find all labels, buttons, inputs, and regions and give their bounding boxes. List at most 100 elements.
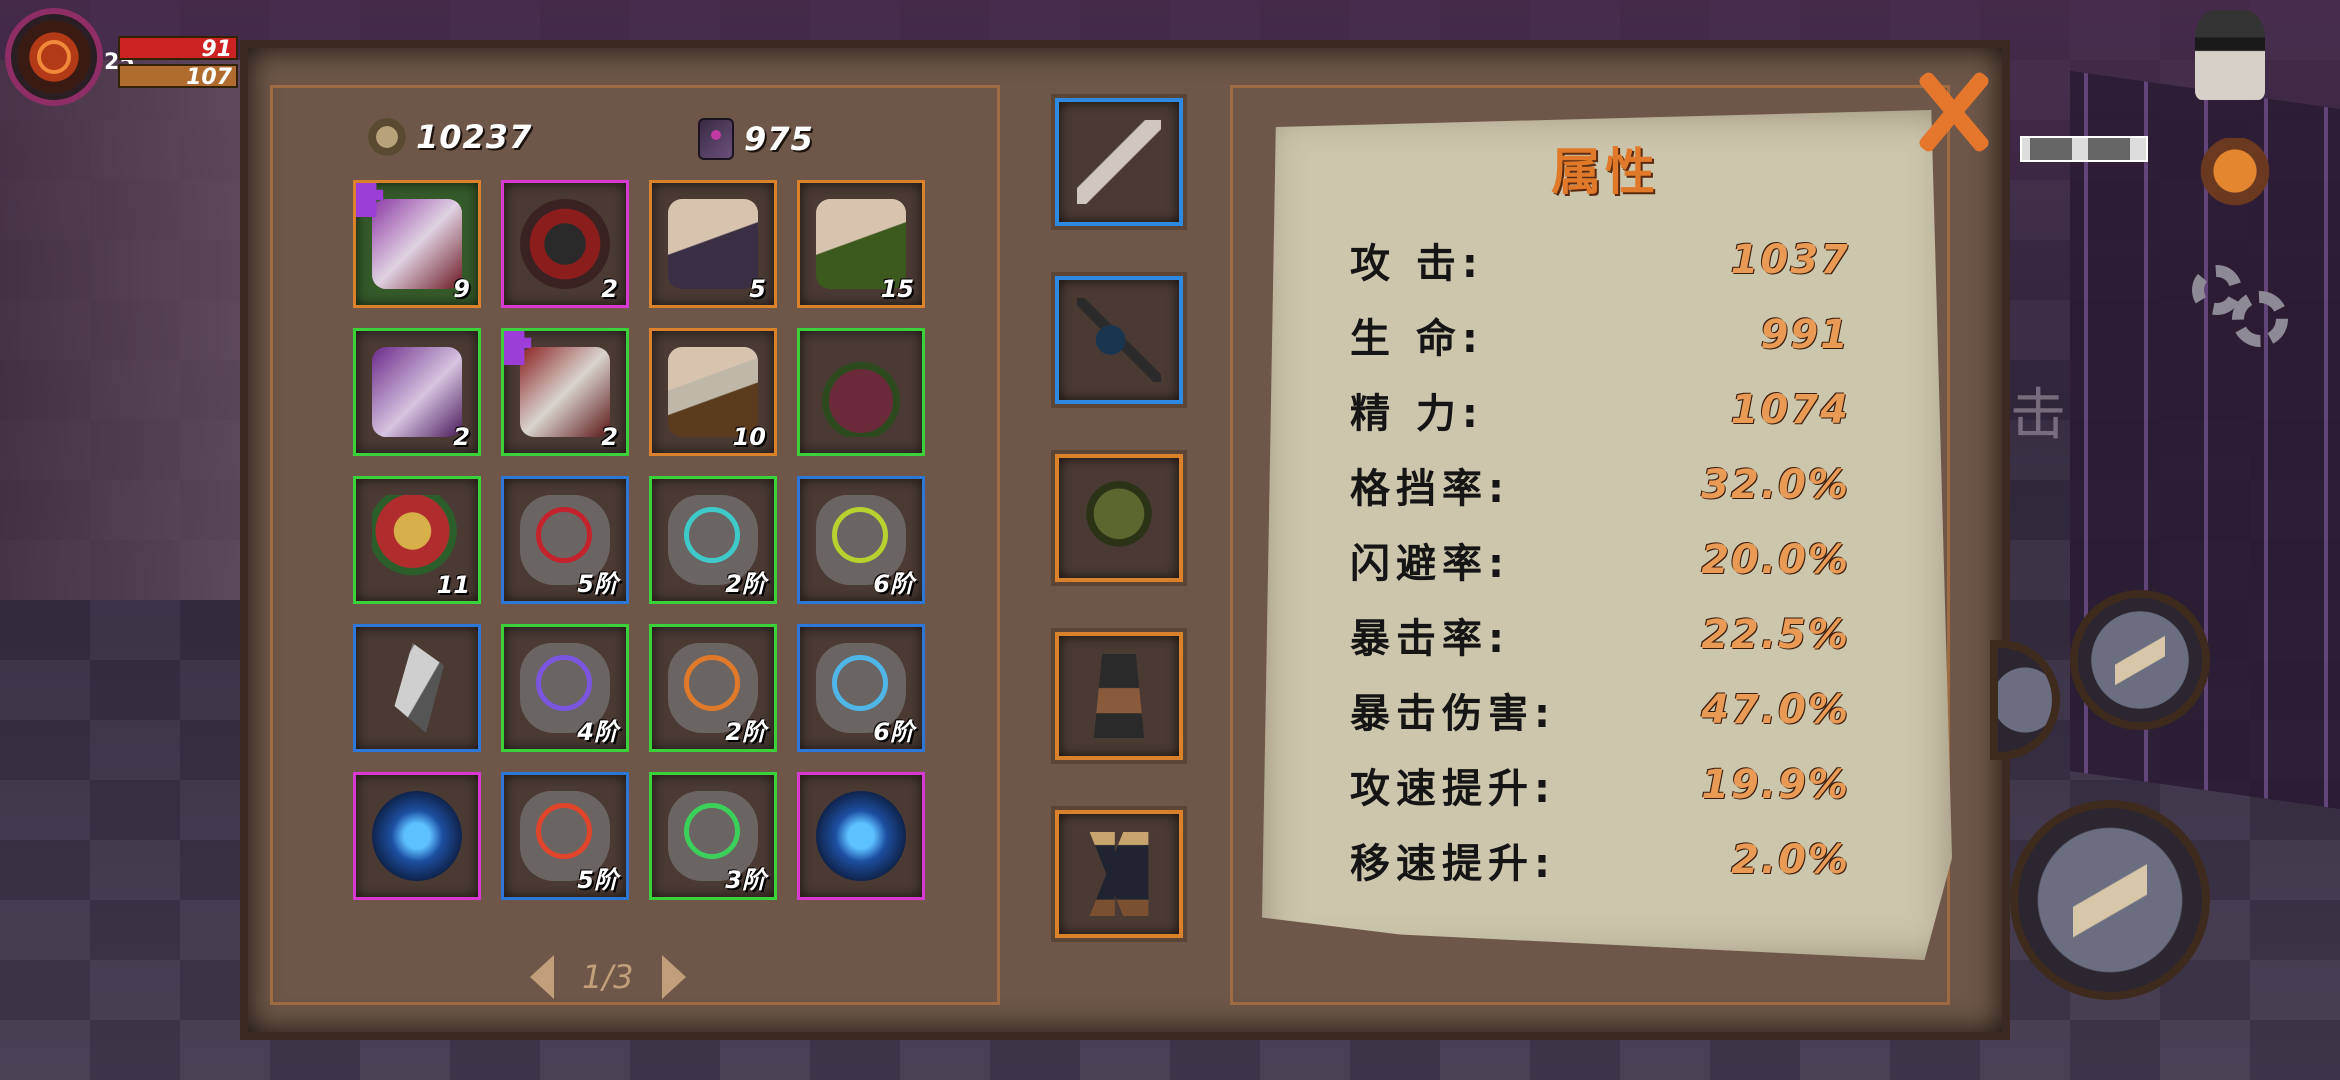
inventory-slot[interactable]: 2 — [501, 328, 629, 456]
item-qty: 2 — [453, 423, 470, 451]
player-portrait-icon[interactable] — [5, 8, 103, 106]
burst-skill-orb-icon — [816, 791, 906, 881]
stat-label: 生 命: — [1350, 315, 1484, 362]
stat-value: 32.0% — [1701, 461, 1850, 508]
inventory-slot[interactable]: 5 — [649, 180, 777, 308]
coin-icon — [368, 118, 406, 156]
stat-label: 暴击率: — [1350, 615, 1510, 662]
item-tier: 4阶 — [577, 718, 618, 746]
inventory-slot[interactable]: 2阶 — [649, 476, 777, 604]
inventory-grid: 9 2 5 15 2 2 10 11 5阶 2阶 6阶 4阶 2阶 6阶 5阶 … — [353, 180, 925, 900]
weapon-slot[interactable] — [1055, 98, 1183, 226]
attack-button[interactable] — [2010, 800, 2210, 1000]
stat-row: 攻 击: 1037 — [1350, 222, 1850, 297]
inventory-slot[interactable]: 9 — [353, 180, 481, 308]
item-qty: 9 — [453, 275, 470, 303]
inventory-slot[interactable]: 15 — [797, 180, 925, 308]
equipment-column — [1055, 98, 1183, 938]
stat-value: 20.0% — [1701, 536, 1850, 583]
inventory-slot[interactable]: 3阶 — [649, 772, 777, 900]
inventory-slot[interactable]: 2阶 — [649, 624, 777, 752]
item-tier: 6阶 — [873, 718, 914, 746]
item-qty: 10 — [732, 423, 766, 451]
stat-label: 闪避率: — [1350, 540, 1510, 587]
inventory-slot[interactable] — [353, 772, 481, 900]
boots-icon — [1089, 832, 1149, 916]
gauntlet-icon — [1093, 654, 1145, 738]
drum-icon[interactable] — [2200, 138, 2270, 248]
inventory-slot[interactable]: 6阶 — [797, 624, 925, 752]
gloves-slot[interactable] — [1055, 632, 1183, 760]
beast-rune-icon — [536, 803, 592, 859]
attributes-list: 攻 击: 1037 生 命: 991 精 力: 1074 格挡率: 32.0% … — [1350, 222, 1850, 897]
dagger-icon — [1077, 120, 1161, 204]
stat-row: 攻速提升: 19.9% — [1350, 747, 1850, 822]
item-qty: 15 — [880, 275, 914, 303]
inventory-slot[interactable]: 6阶 — [797, 476, 925, 604]
gem-amount: 975 — [744, 120, 814, 158]
shield-rune-icon — [832, 655, 888, 711]
inventory-slot[interactable]: 2 — [501, 180, 629, 308]
inventory-slot[interactable]: 11 — [353, 476, 481, 604]
stat-label: 攻速提升: — [1350, 765, 1556, 812]
staff-icon — [1077, 298, 1161, 382]
next-page-arrow-icon[interactable] — [661, 955, 686, 999]
coin-counter: 10237 — [368, 118, 532, 156]
pagination: 1/3 — [530, 955, 686, 999]
inventory-slot[interactable] — [797, 328, 925, 456]
page-indicator: 1/3 — [582, 958, 634, 996]
armor-slot[interactable] — [1055, 454, 1183, 582]
inventory-slot[interactable]: 2 — [353, 328, 481, 456]
item-qty: 2 — [601, 275, 618, 303]
inventory-slot[interactable]: 10 — [649, 328, 777, 456]
fruit-icon — [816, 347, 906, 437]
item-tier: 5阶 — [577, 570, 618, 598]
item-tier: 2阶 — [725, 718, 766, 746]
character-hat-icon[interactable] — [2195, 10, 2265, 100]
background-wardrobe — [0, 60, 250, 600]
close-button[interactable] — [1910, 68, 1994, 152]
character-card-icon — [372, 199, 462, 289]
stat-row: 暴击伤害: 47.0% — [1350, 672, 1850, 747]
inventory-slot[interactable]: 5阶 — [501, 772, 629, 900]
coin-amount: 10237 — [416, 118, 533, 156]
inventory-slot[interactable] — [797, 772, 925, 900]
character-card-icon — [520, 347, 610, 437]
stat-value: 22.5% — [1701, 611, 1850, 658]
inventory-slot[interactable]: 5阶 — [501, 476, 629, 604]
item-tier: 5阶 — [577, 866, 618, 894]
item-tier: 2阶 — [725, 570, 766, 598]
stat-row: 精 力: 1074 — [1350, 372, 1850, 447]
stat-value: 991 — [1760, 311, 1850, 358]
leaf-rune-icon — [684, 803, 740, 859]
tree-rune-icon — [832, 507, 888, 563]
item-qty: 11 — [436, 571, 470, 599]
stat-label: 移速提升: — [1350, 840, 1556, 887]
red-rune-icon — [536, 507, 592, 563]
attributes-title: 属性 — [1551, 142, 1659, 201]
stat-label: 精 力: — [1350, 390, 1484, 437]
offhand-slot[interactable] — [1055, 276, 1183, 404]
background-skill-text: 击 — [2010, 383, 2066, 448]
stat-row: 格挡率: 32.0% — [1350, 447, 1850, 522]
inventory-slot[interactable]: 4阶 — [501, 624, 629, 752]
stat-label: 攻 击: — [1350, 240, 1484, 287]
spellbook-icon — [698, 118, 734, 160]
item-qty: 2 — [601, 423, 618, 451]
stat-label: 暴击伤害: — [1350, 690, 1556, 737]
mp-bar: 107 — [118, 64, 238, 90]
item-tier: 6阶 — [873, 570, 914, 598]
prev-page-arrow-icon[interactable] — [530, 955, 554, 999]
stat-value: 2.0% — [1731, 836, 1850, 883]
inventory-slot[interactable] — [353, 624, 481, 752]
gear-icon[interactable] — [2192, 265, 2292, 347]
character-card-icon — [372, 347, 462, 437]
dash-skill-button[interactable] — [2070, 590, 2210, 730]
stat-row: 生 命: 991 — [1350, 297, 1850, 372]
item-qty: 5 — [749, 275, 766, 303]
stat-row: 暴击率: 22.5% — [1350, 597, 1850, 672]
stat-value: 47.0% — [1701, 686, 1850, 733]
dash-skill-orb-icon — [372, 791, 462, 881]
stat-row: 闪避率: 20.0% — [1350, 522, 1850, 597]
boots-slot[interactable] — [1055, 810, 1183, 938]
